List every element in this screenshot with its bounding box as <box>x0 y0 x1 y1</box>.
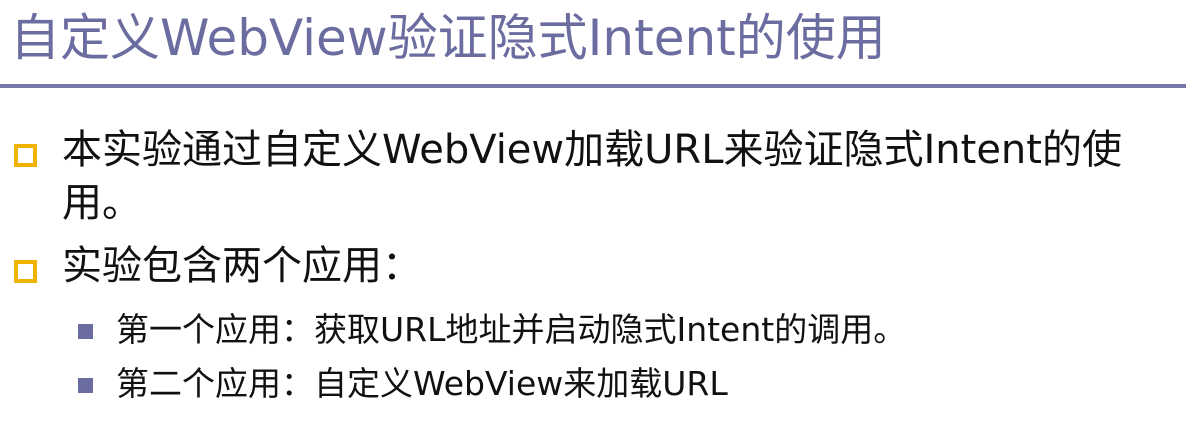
list-item: 本实验通过自定义WebView加载URL来验证隐式Intent的使用。 <box>0 124 1186 230</box>
sub-list-item-text: 第二个应用：自定义WebView来加载URL <box>116 364 728 403</box>
sub-list: 第一个应用：获取URL地址并启动隐式Intent的调用。 第二个应用：自定义We… <box>0 303 1186 411</box>
title-divider <box>0 84 1186 88</box>
sub-list-item-text: 第一个应用：获取URL地址并启动隐式Intent的调用。 <box>116 310 907 349</box>
page-title: 自定义WebView验证隐式Intent的使用 <box>10 9 886 67</box>
square-bullet-icon <box>14 260 37 283</box>
sub-list-item: 第二个应用：自定义WebView来加载URL <box>0 357 1186 411</box>
sub-list-item: 第一个应用：获取URL地址并启动隐式Intent的调用。 <box>0 303 1186 357</box>
list-item-text: 本实验通过自定义WebView加载URL来验证隐式Intent的使用。 <box>62 127 1122 226</box>
square-bullet-icon <box>14 144 37 167</box>
list-item: 实验包含两个应用： <box>0 240 1186 293</box>
list-item-text: 实验包含两个应用： <box>62 243 422 289</box>
slide: 自定义WebView验证隐式Intent的使用 本实验通过自定义WebView加… <box>0 0 1186 434</box>
bullet-list: 本实验通过自定义WebView加载URL来验证隐式Intent的使用。 实验包含… <box>0 124 1186 411</box>
filled-square-bullet-icon <box>78 324 93 339</box>
filled-square-bullet-icon <box>78 378 93 393</box>
